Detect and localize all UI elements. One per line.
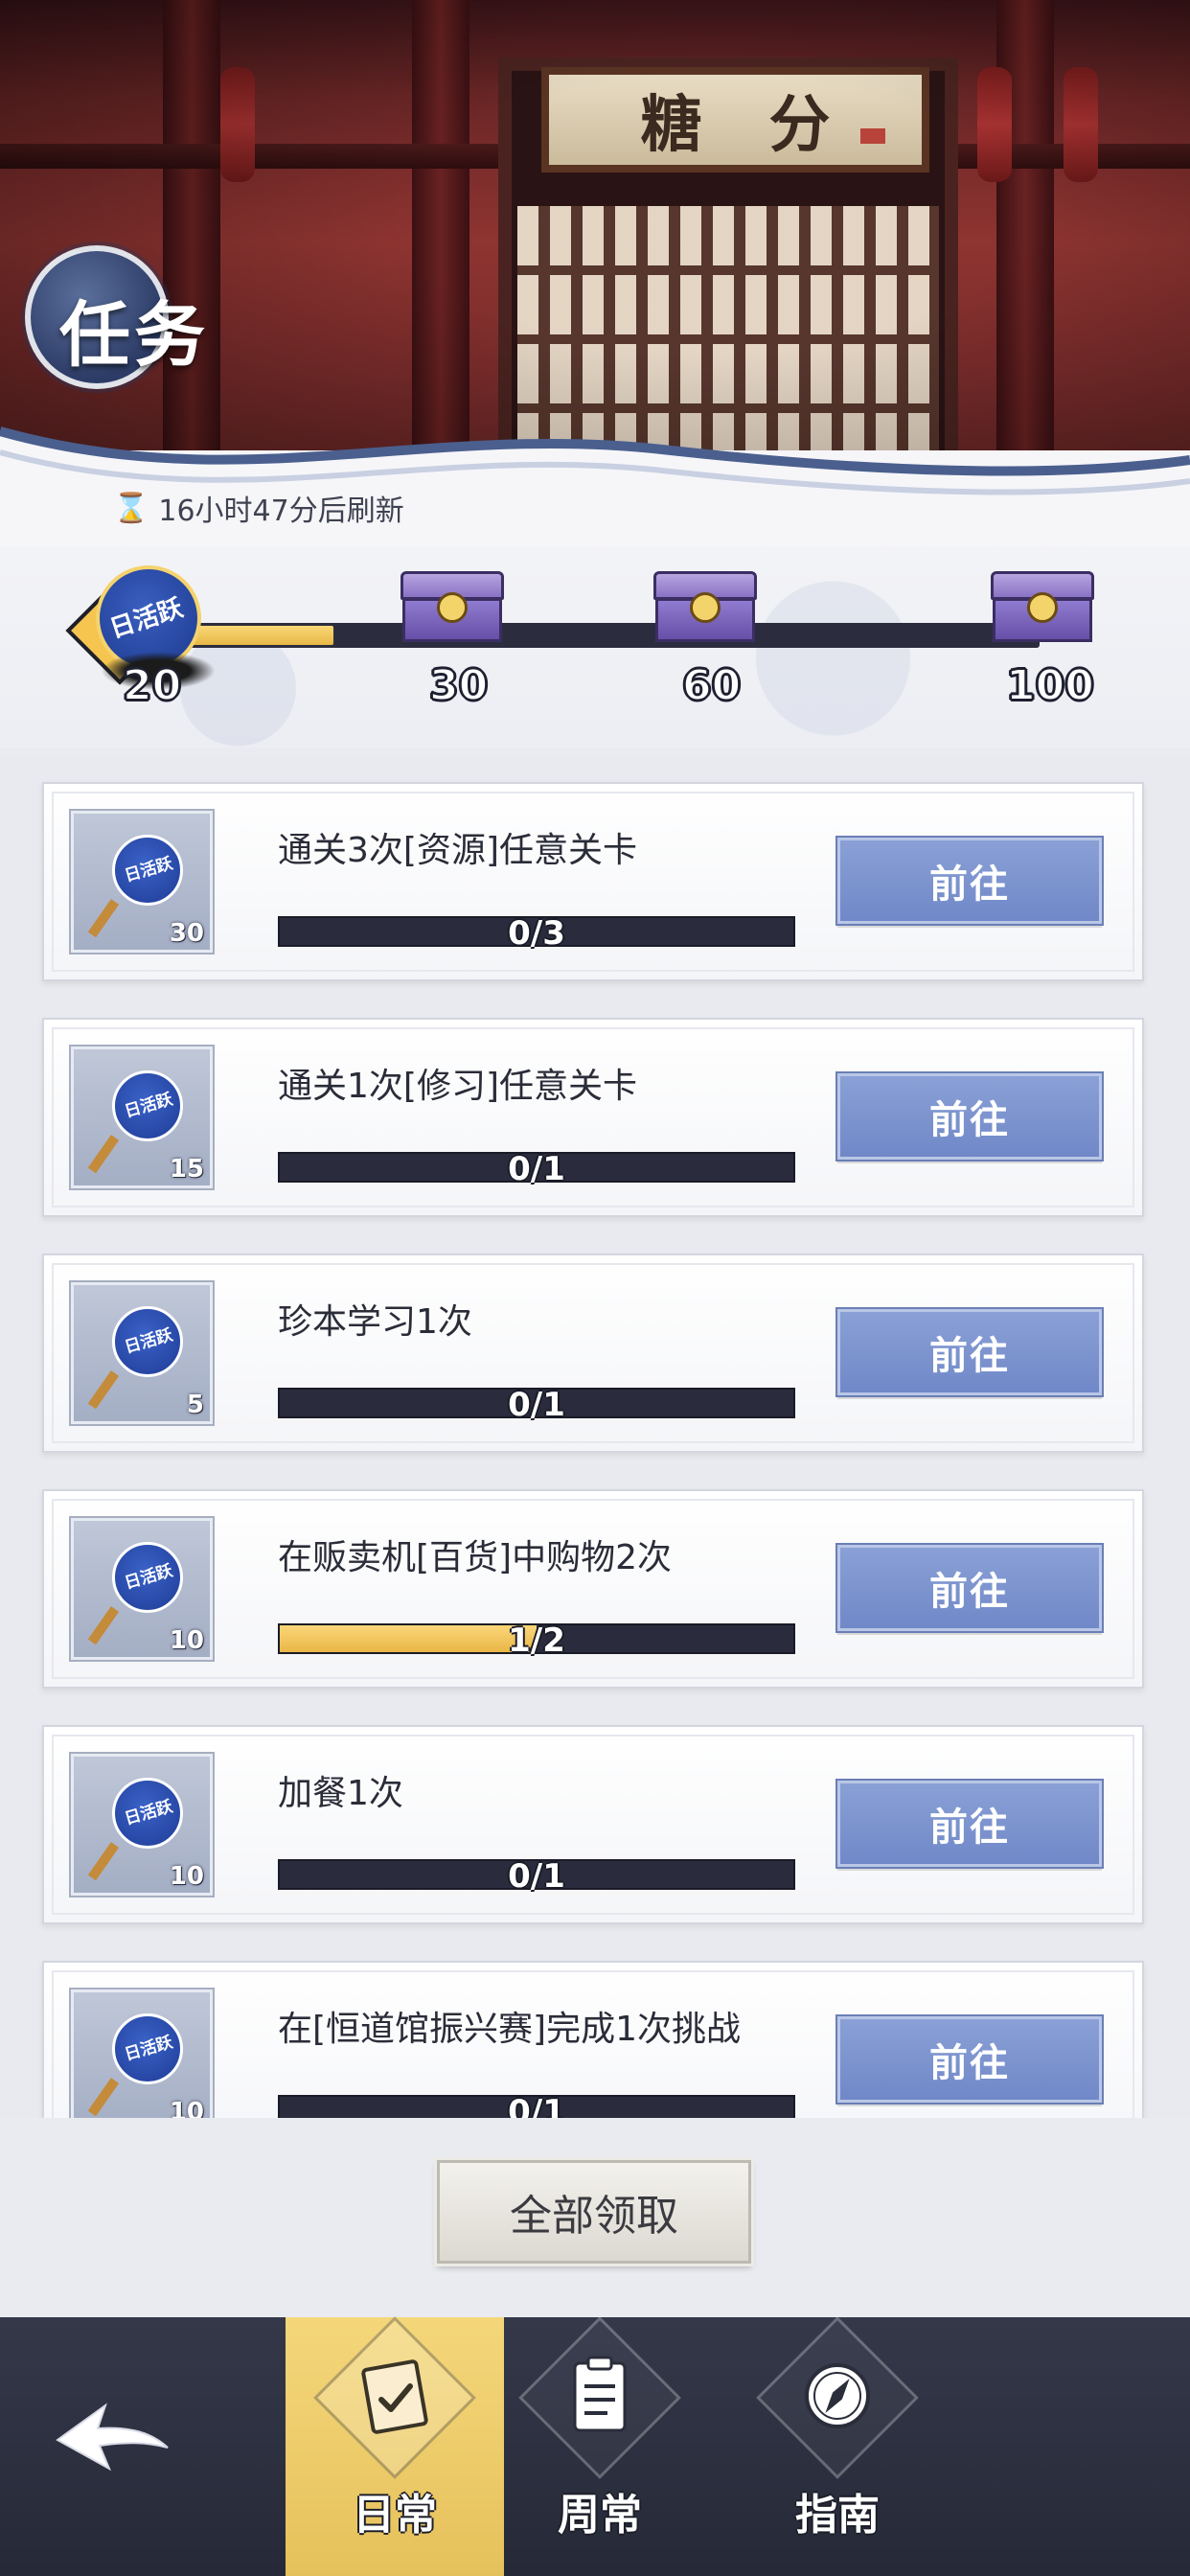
fan-handle [87, 1135, 120, 1174]
reward-quantity: 10 [169, 1626, 204, 1655]
fan-handle [87, 2078, 120, 2117]
milestone-label-60: 60 [681, 660, 742, 711]
task-progress-text: 0/1 [508, 1386, 565, 1424]
activity-progress-track [168, 623, 1040, 648]
task-progress-bar: 0/3 [278, 914, 795, 953]
clipboard-icon [573, 2356, 627, 2432]
reward-chest-60[interactable] [653, 571, 757, 646]
reward-slot: 日活跃 5 [71, 1282, 213, 1424]
go-button[interactable]: 前往 [837, 1781, 1102, 1867]
reward-quantity: 5 [186, 1391, 204, 1419]
notepad-check-icon [361, 2359, 428, 2434]
go-button[interactable]: 前往 [837, 1545, 1102, 1631]
go-button[interactable]: 前往 [837, 1309, 1102, 1395]
task-card: 日活跃 10 在[恒道馆振兴赛]完成1次挑战 0/1 前往 [42, 1961, 1144, 2118]
task-title: 在贩卖机[百货]中购物2次 [278, 1538, 672, 1577]
milestone-label-30: 30 [428, 660, 489, 711]
fan-handle [87, 899, 120, 938]
reward-chest-100[interactable] [991, 571, 1094, 646]
task-progress-bar: 0/1 [278, 2093, 795, 2118]
go-button[interactable]: 前往 [837, 2016, 1102, 2103]
reward-slot: 日活跃 10 [71, 1754, 213, 1896]
tab-guide[interactable]: 指南 [728, 2316, 947, 2576]
milestone-label-100: 100 [1005, 660, 1095, 711]
task-card: 日活跃 15 通关1次[修习]任意关卡 0/1 前往 [42, 1018, 1144, 1217]
task-title: 在[恒道馆振兴赛]完成1次挑战 [278, 2010, 741, 2049]
reward-slot: 日活跃 15 [71, 1046, 213, 1188]
chest-lock-icon [1027, 592, 1058, 623]
bottom-nav: 日常 周常 指南 [0, 2316, 1190, 2576]
go-button[interactable]: 前往 [837, 1073, 1102, 1160]
chest-lock-icon [690, 592, 721, 623]
page-title: 任务 [59, 294, 209, 377]
reward-chest-30[interactable] [400, 571, 504, 646]
tab-daily[interactable]: 日常 [286, 2316, 504, 2576]
compass-icon [805, 2363, 870, 2428]
task-card: 日活跃 30 通关3次[资源]任意关卡 0/3 前往 [42, 782, 1144, 981]
tab-weekly[interactable]: 周常 [491, 2316, 709, 2576]
task-title: 通关1次[修习]任意关卡 [278, 1067, 637, 1106]
reward-quantity: 10 [169, 1862, 204, 1891]
reward-slot: 日活跃 30 [71, 811, 213, 953]
task-list[interactable]: 日活跃 30 通关3次[资源]任意关卡 0/3 前往 日活跃 15 通关1次[修习]任意关卡 0… [0, 757, 1190, 2118]
hourglass-icon: ⌛ [113, 491, 149, 525]
task-progress-text: 0/1 [508, 1857, 565, 1896]
task-progress-text: 1/2 [508, 1622, 565, 1660]
task-progress-text: 0/1 [508, 1150, 565, 1188]
fan-handle [87, 1370, 120, 1410]
task-progress-bar: 0/1 [278, 1150, 795, 1188]
task-card: 日活跃 10 在贩卖机[百货]中购物2次 1/2 前往 [42, 1489, 1144, 1689]
go-button[interactable]: 前往 [837, 838, 1102, 924]
task-card: 日活跃 5 珍本学习1次 0/1 前往 [42, 1254, 1144, 1453]
task-title: 加餐1次 [278, 1774, 403, 1813]
refresh-timer: ⌛ 16小时47分后刷新 [113, 487, 404, 529]
refresh-text: 16小时47分后刷新 [158, 494, 404, 528]
task-card: 日活跃 10 加餐1次 0/1 前往 [42, 1725, 1144, 1924]
task-title: 通关3次[资源]任意关卡 [278, 831, 637, 870]
task-progress-bar: 0/1 [278, 1857, 795, 1896]
back-button[interactable] [38, 2384, 182, 2490]
reward-quantity: 10 [169, 2098, 204, 2118]
reward-quantity: 30 [169, 919, 204, 948]
back-arrow-icon [56, 2403, 169, 2472]
task-progress-bar: 1/2 [278, 1622, 795, 1660]
task-title: 珍本学习1次 [278, 1302, 472, 1342]
reward-slot: 日活跃 10 [71, 1990, 213, 2118]
tab-label: 指南 [795, 2491, 880, 2540]
chest-lock-icon [437, 592, 468, 623]
fan-handle [87, 1606, 120, 1645]
reward-slot: 日活跃 10 [71, 1518, 213, 1660]
reward-quantity: 15 [169, 1155, 204, 1184]
task-progress-bar: 0/1 [278, 1386, 795, 1424]
task-progress-text: 0/3 [508, 914, 565, 953]
activity-current-value: 20 [122, 660, 182, 711]
tab-label: 周常 [558, 2491, 642, 2540]
claim-all-button[interactable]: 全部领取 [437, 2160, 751, 2264]
task-progress-text: 0/1 [508, 2093, 565, 2118]
fan-handle [87, 1842, 120, 1881]
tab-label: 日常 [353, 2491, 437, 2540]
